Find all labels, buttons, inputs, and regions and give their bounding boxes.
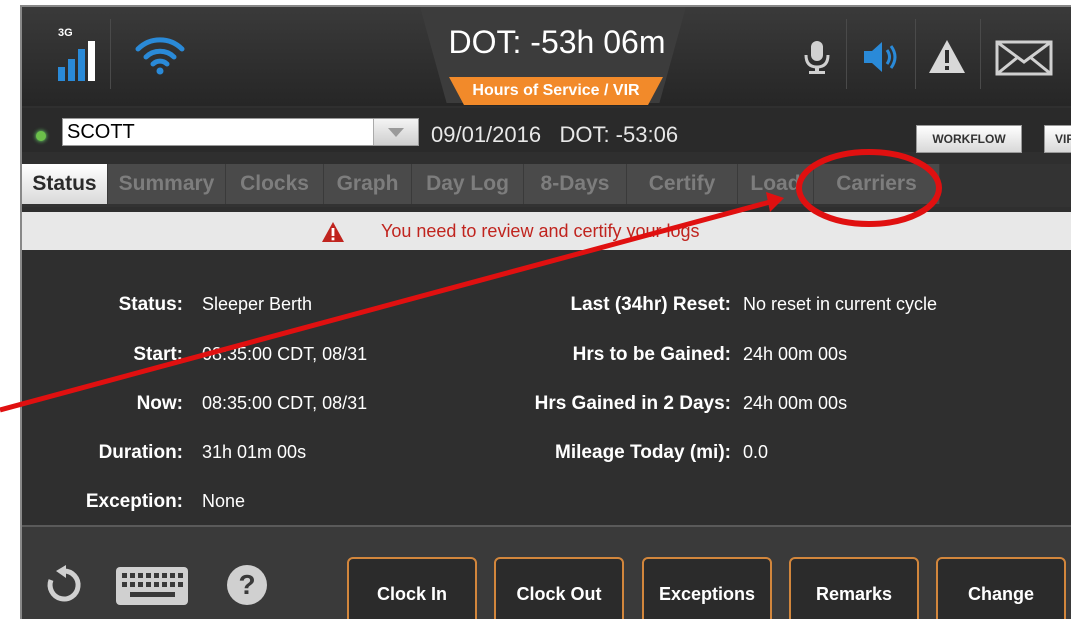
tab-8-days[interactable]: 8-Days: [524, 164, 627, 204]
start-label: Start:: [133, 344, 183, 365]
exception-label: Exception:: [85, 491, 183, 512]
mode-badge[interactable]: Hours of Service / VIR: [449, 77, 663, 105]
hos-screen: 3G DOT: -53h 06m Hours of Service / VIR: [20, 5, 1071, 619]
chevron-down-icon[interactable]: [373, 119, 418, 145]
help-icon[interactable]: ?: [227, 565, 267, 605]
workflow-button[interactable]: WORKFLOW: [916, 125, 1022, 153]
mileage-today-label: Mileage Today (mi):: [555, 442, 731, 463]
tab-carriers[interactable]: Carriers: [814, 164, 940, 204]
mail-icon[interactable]: [994, 37, 1054, 77]
last-reset-value: No reset in current cycle: [743, 294, 938, 314]
tab-clocks[interactable]: Clocks: [226, 164, 324, 204]
status-label: Status:: [118, 294, 183, 315]
tab-day-log[interactable]: Day Log: [412, 164, 524, 204]
hrs-to-gain-label: Hrs to be Gained:: [572, 344, 731, 365]
keyboard-icon[interactable]: [114, 565, 190, 607]
network-type-label: 3G: [58, 27, 73, 39]
exceptions-button[interactable]: Exceptions: [642, 557, 772, 619]
now-label: Now:: [136, 393, 183, 414]
driver-select[interactable]: SCOTT: [62, 118, 419, 146]
alert-text: You need to review and certify your logs: [381, 221, 700, 241]
tab-certify[interactable]: Certify: [627, 164, 738, 204]
tab-status[interactable]: Status: [22, 164, 108, 204]
tab-load[interactable]: Load: [738, 164, 814, 204]
remarks-button[interactable]: Remarks: [789, 557, 919, 619]
clock-out-button[interactable]: Clock Out: [494, 557, 624, 619]
last-reset-label: Last (34hr) Reset:: [570, 294, 732, 315]
refresh-icon[interactable]: [44, 565, 84, 605]
mileage-today-value: 0.0: [743, 442, 769, 462]
top-bar: 3G DOT: -53h 06m Hours of Service / VIR: [22, 7, 1071, 106]
duration-value: 31h 01m 00s: [202, 442, 307, 462]
hrs-to-gain-value: 24h 00m 00s: [743, 344, 848, 364]
warning-icon[interactable]: [927, 37, 967, 77]
now-value: 08:35:00 CDT, 08/31: [202, 393, 368, 413]
title-area: DOT: -53h 06m Hours of Service / VIR: [402, 7, 712, 106]
duration-label: Duration:: [98, 442, 183, 463]
hrs-gained-2-days-value: 24h 00m 00s: [743, 393, 848, 413]
clock-in-button[interactable]: Clock In: [347, 557, 477, 619]
driver-name: SCOTT: [67, 121, 135, 143]
start-value: 08:35:00 CDT, 08/31: [202, 344, 368, 364]
status-indicator: [36, 131, 46, 141]
wifi-icon: [135, 37, 185, 75]
action-bar: ? Clock In Clock Out Exceptions Remarks …: [22, 525, 1071, 619]
vir-button[interactable]: VIR: [1044, 125, 1071, 153]
log-date: 09/01/2016: [431, 122, 542, 147]
speaker-icon[interactable]: [860, 37, 900, 77]
dot-hours-title: DOT: -53h 06m: [448, 24, 666, 60]
tab-graph[interactable]: Graph: [324, 164, 412, 204]
dot-clock: DOT: -53:06: [559, 122, 679, 147]
tab-summary[interactable]: Summary: [108, 164, 226, 204]
microphone-icon[interactable]: [797, 37, 837, 77]
status-value: Sleeper Berth: [202, 294, 313, 314]
tab-bar: Status Summary Clocks Graph Day Log 8-Da…: [22, 164, 1071, 207]
driver-bar: SCOTT 09/01/2016 DOT: -53:06 WORKFLOW VI…: [22, 108, 1071, 153]
warning-icon: [322, 222, 344, 242]
exception-value: None: [202, 491, 246, 511]
change-button[interactable]: Change: [936, 557, 1066, 619]
alert-banner[interactable]: You need to review and certify your logs: [22, 212, 1071, 250]
date-and-dot-clock: 09/01/2016 DOT: -53:06: [431, 122, 678, 148]
signal-icon: 3G: [55, 27, 105, 81]
hrs-gained-2-days-label: Hrs Gained in 2 Days:: [534, 393, 731, 414]
